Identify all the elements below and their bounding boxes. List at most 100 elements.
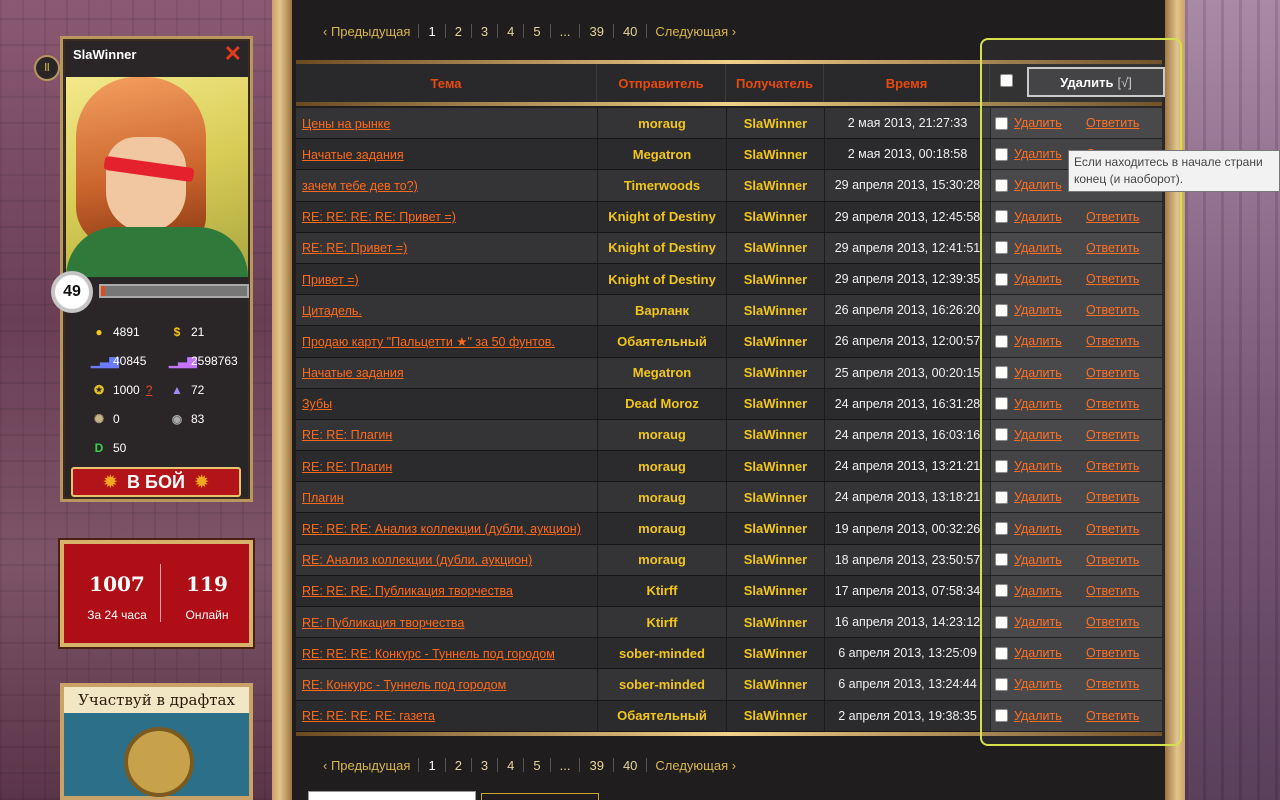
reply-link[interactable]: Ответить (1086, 459, 1139, 473)
message-subject-link[interactable]: RE: RE: RE: Публикация творчества (302, 584, 513, 598)
message-sender[interactable]: Ktirff (597, 575, 726, 606)
message-recipient[interactable]: SlaWinner (726, 669, 824, 700)
reply-link[interactable]: Ответить (1086, 646, 1139, 660)
fight-button[interactable]: ✹ В БОЙ ✹ (71, 467, 241, 497)
page-link[interactable]: 2 (446, 758, 471, 773)
message-sender[interactable]: moraug (597, 419, 726, 451)
message-recipient[interactable]: SlaWinner (726, 513, 824, 544)
reply-link[interactable]: Ответить (1086, 615, 1139, 629)
message-sender[interactable]: Megatron (597, 357, 726, 388)
reply-link[interactable]: Ответить (1086, 116, 1139, 130)
message-subject-link[interactable]: зачем тебе дев то?) (302, 179, 418, 193)
reply-link[interactable]: Ответить (1086, 303, 1139, 317)
message-subject-link[interactable]: RE: Анализ коллекции (дубли, аукцион) (302, 553, 532, 567)
message-subject-link[interactable]: Начатые задания (302, 366, 404, 380)
message-sender[interactable]: Ktirff (597, 607, 726, 638)
message-sender[interactable]: sober-minded (597, 638, 726, 669)
select-all-checkbox[interactable] (1000, 74, 1013, 87)
message-recipient[interactable]: SlaWinner (726, 139, 824, 170)
message-recipient[interactable]: SlaWinner (726, 544, 824, 575)
reply-link[interactable]: Ответить (1086, 366, 1139, 380)
row-checkbox[interactable] (995, 428, 1008, 442)
page-link[interactable]: 3 (472, 24, 497, 39)
row-checkbox[interactable] (995, 116, 1008, 130)
message-sender[interactable]: Dead Moroz (597, 388, 726, 419)
reply-link[interactable]: Ответить (1086, 522, 1139, 536)
delete-link[interactable]: Удалить (1014, 366, 1080, 380)
message-recipient[interactable]: SlaWinner (726, 201, 824, 232)
message-subject-link[interactable]: Цитадель. (302, 304, 362, 318)
delete-link[interactable]: Удалить (1014, 522, 1080, 536)
page-link[interactable]: 3 (472, 758, 497, 773)
message-recipient[interactable]: SlaWinner (726, 700, 824, 731)
message-recipient[interactable]: SlaWinner (726, 607, 824, 638)
message-sender[interactable]: Knight of Destiny (597, 263, 726, 295)
message-subject-link[interactable]: RE: RE: RE: Анализ коллекции (дубли, аук… (302, 522, 581, 536)
page-link[interactable]: 40 (614, 24, 646, 39)
delete-link[interactable]: Удалить (1014, 334, 1080, 348)
page-link[interactable]: 4 (498, 24, 523, 39)
message-sender[interactable]: Knight of Destiny (597, 232, 726, 263)
message-recipient[interactable]: SlaWinner (726, 482, 824, 513)
next-page-link[interactable]: Следующая › (647, 24, 744, 39)
message-sender[interactable]: Timerwoods (597, 170, 726, 201)
message-sender[interactable]: Обаятельный (597, 700, 726, 731)
prev-page-link[interactable]: ‹ Предыдущая (315, 24, 418, 39)
message-recipient[interactable]: SlaWinner (726, 451, 824, 482)
page-link[interactable]: 39 (580, 24, 612, 39)
message-sender[interactable]: Варланк (597, 295, 726, 326)
page-link[interactable]: 39 (580, 758, 612, 773)
delete-link[interactable]: Удалить (1014, 490, 1080, 504)
reply-link[interactable]: Ответить (1086, 397, 1139, 411)
delete-link[interactable]: Удалить (1014, 553, 1080, 567)
pause-icon[interactable]: ll (34, 55, 60, 81)
close-icon[interactable]: ✕ (224, 43, 242, 65)
row-checkbox[interactable] (995, 178, 1008, 192)
message-recipient[interactable]: SlaWinner (726, 357, 824, 388)
message-sender[interactable]: moraug (597, 513, 726, 544)
delete-link[interactable]: Удалить (1014, 241, 1080, 255)
row-checkbox[interactable] (995, 584, 1008, 598)
row-checkbox[interactable] (995, 522, 1008, 536)
reply-link[interactable]: Ответить (1086, 553, 1139, 567)
message-subject-link[interactable]: RE: RE: Плагин (302, 428, 392, 442)
page-link[interactable]: 5 (524, 24, 549, 39)
message-sender[interactable]: Обаятельный (597, 326, 726, 357)
player-avatar[interactable] (66, 77, 248, 277)
page-link[interactable]: 5 (524, 758, 549, 773)
page-link[interactable]: 1 (419, 758, 444, 773)
message-recipient[interactable]: SlaWinner (726, 419, 824, 451)
message-recipient[interactable]: SlaWinner (726, 108, 824, 139)
message-recipient[interactable]: SlaWinner (726, 326, 824, 357)
message-sender[interactable]: Knight of Destiny (597, 201, 726, 232)
row-checkbox[interactable] (995, 553, 1008, 567)
reply-link[interactable]: Ответить (1086, 709, 1139, 723)
row-checkbox[interactable] (995, 241, 1008, 255)
delete-selected-button[interactable]: Удалить [√] (1027, 67, 1165, 97)
row-checkbox[interactable] (995, 709, 1008, 723)
row-checkbox[interactable] (995, 646, 1008, 660)
delete-link[interactable]: Удалить (1014, 428, 1080, 442)
message-recipient[interactable]: SlaWinner (726, 638, 824, 669)
message-subject-link[interactable]: RE: RE: Привет =) (302, 241, 407, 255)
row-checkbox[interactable] (995, 677, 1008, 691)
message-sender[interactable]: moraug (597, 108, 726, 139)
delete-link[interactable]: Удалить (1014, 272, 1080, 286)
message-subject-link[interactable]: RE: RE: RE: Конкурс - Туннель под городо… (302, 647, 555, 661)
row-checkbox[interactable] (995, 459, 1008, 473)
delete-link[interactable]: Удалить (1014, 303, 1080, 317)
message-subject-link[interactable]: RE: RE: RE: RE: Привет =) (302, 210, 456, 224)
delete-link[interactable]: Удалить (1014, 677, 1080, 691)
message-subject-link[interactable]: Привет =) (302, 273, 359, 287)
delete-link[interactable]: Удалить (1014, 709, 1080, 723)
page-link[interactable]: 1 (419, 24, 444, 39)
reply-link[interactable]: Ответить (1086, 210, 1139, 224)
row-checkbox[interactable] (995, 490, 1008, 504)
page-link[interactable]: 4 (498, 758, 523, 773)
delete-link[interactable]: Удалить (1014, 584, 1080, 598)
message-sender[interactable]: Megatron (597, 139, 726, 170)
reply-link[interactable]: Ответить (1086, 428, 1139, 442)
page-link[interactable]: 2 (446, 24, 471, 39)
row-checkbox[interactable] (995, 397, 1008, 411)
delete-link[interactable]: Удалить (1014, 459, 1080, 473)
